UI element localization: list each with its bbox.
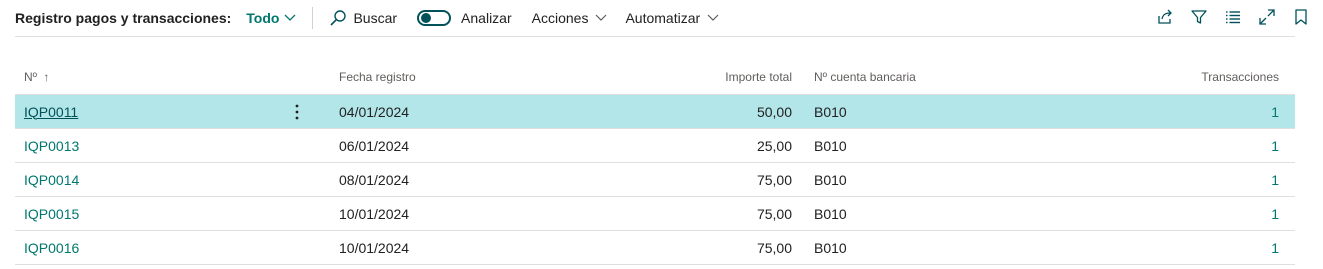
share-icon[interactable] <box>1155 7 1175 27</box>
page-title: Registro pagos y transacciones: <box>15 10 232 26</box>
total-amount: 50,00 <box>756 103 792 120</box>
table-row[interactable]: IQP0011 04/01/2024 50,00 B010 1 <box>15 95 1295 129</box>
analyze-toggle[interactable] <box>417 10 452 26</box>
column-header-transactions[interactable]: Transacciones <box>1201 70 1279 84</box>
action-bar: Registro pagos y transacciones: Todo Bus… <box>15 0 1295 37</box>
total-amount: 75,00 <box>756 239 792 256</box>
table-header: Nº ↑ Fecha registro Importe total Nº cue… <box>15 60 1295 95</box>
posting-date: 08/01/2024 <box>339 171 410 188</box>
divider <box>312 7 314 29</box>
actions-label: Acciones <box>531 10 589 26</box>
transactions-count[interactable]: 1 <box>1271 104 1279 120</box>
analyze-label-text: Analizar <box>461 10 512 26</box>
document-no-link[interactable]: IQP0014 <box>24 172 79 188</box>
column-header-amount[interactable]: Importe total <box>725 70 792 84</box>
document-no-link[interactable]: IQP0011 <box>24 104 78 120</box>
transactions-count[interactable]: 1 <box>1271 172 1279 188</box>
page: Registro pagos y transacciones: Todo Bus… <box>0 0 1323 269</box>
bank-account-no: B010 <box>814 103 847 120</box>
view-selector-label: Todo <box>246 10 280 26</box>
document-no-link[interactable]: IQP0013 <box>24 138 79 154</box>
posting-date: 10/01/2024 <box>339 205 410 222</box>
row-menu-icon[interactable] <box>289 102 305 122</box>
column-header-date[interactable]: Fecha registro <box>339 70 416 84</box>
search-button[interactable]: Buscar <box>329 9 397 27</box>
chevron-down-icon <box>284 14 296 22</box>
sort-ascending-icon: ↑ <box>43 70 50 84</box>
document-no-link[interactable]: IQP0016 <box>24 240 79 256</box>
search-label: Buscar <box>353 10 398 26</box>
column-header-no[interactable]: Nº ↑ <box>24 70 49 84</box>
bookmark-icon[interactable] <box>1291 7 1311 27</box>
posting-date: 06/01/2024 <box>339 137 410 154</box>
filter-icon[interactable] <box>1189 7 1209 27</box>
column-header-bank[interactable]: Nº cuenta bancaria <box>814 70 916 84</box>
transactions-count[interactable]: 1 <box>1271 240 1279 256</box>
search-icon <box>329 9 347 27</box>
page-actions <box>1141 7 1311 27</box>
bank-account-no: B010 <box>814 137 847 154</box>
table-row[interactable]: IQP0016 10/01/2024 75,00 B010 1 <box>15 231 1295 265</box>
total-amount: 25,00 <box>756 137 792 154</box>
table-row[interactable]: IQP0014 08/01/2024 75,00 B010 1 <box>15 163 1295 197</box>
table-row[interactable]: IQP0015 10/01/2024 75,00 B010 1 <box>15 197 1295 231</box>
list-icon[interactable] <box>1223 7 1243 27</box>
bank-account-no: B010 <box>814 205 847 222</box>
view-selector[interactable]: Todo <box>246 10 296 26</box>
transactions-count[interactable]: 1 <box>1271 206 1279 222</box>
chevron-down-icon <box>707 14 719 22</box>
chevron-down-icon <box>595 14 607 22</box>
total-amount: 75,00 <box>756 205 792 222</box>
document-no-link[interactable]: IQP0015 <box>24 206 79 222</box>
total-amount: 75,00 <box>756 171 792 188</box>
payments-table: Nº ↑ Fecha registro Importe total Nº cue… <box>15 60 1295 265</box>
bank-account-no: B010 <box>814 239 847 256</box>
column-header-no-label: Nº <box>24 70 38 84</box>
bank-account-no: B010 <box>814 171 847 188</box>
posting-date: 04/01/2024 <box>339 103 410 120</box>
table-row[interactable]: IQP0013 06/01/2024 25,00 B010 1 <box>15 129 1295 163</box>
expand-icon[interactable] <box>1257 7 1277 27</box>
posting-date: 10/01/2024 <box>339 239 410 256</box>
toggle-knob <box>421 13 432 23</box>
analyze-label[interactable]: Analizar <box>461 10 512 26</box>
automate-menu[interactable]: Automatizar <box>625 10 719 26</box>
transactions-count[interactable]: 1 <box>1271 138 1279 154</box>
automate-label: Automatizar <box>625 10 701 26</box>
actions-menu[interactable]: Acciones <box>532 10 608 26</box>
